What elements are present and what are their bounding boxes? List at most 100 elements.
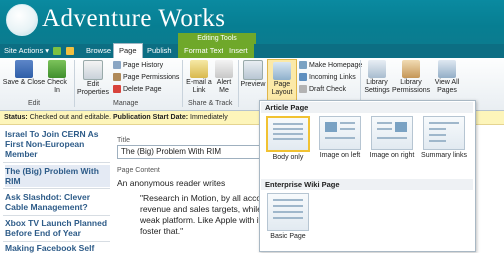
email-link-label: E-mail a Link	[186, 79, 212, 94]
layout-option-summary-links[interactable]: Summary links	[420, 116, 468, 160]
make-homepage-label: Make Homepage	[309, 62, 363, 69]
library-permissions-label: Library Permissions	[392, 79, 431, 94]
incoming-links-button[interactable]: Incoming Links	[299, 72, 356, 83]
site-actions-menu[interactable]: Site Actions ▾	[4, 44, 49, 58]
preview-button[interactable]: Preview	[240, 60, 266, 89]
site-logo	[6, 4, 38, 36]
tab-publish[interactable]: Publish	[147, 44, 172, 58]
layout-option-label: Image on left	[319, 152, 361, 159]
layout-option-label: Image on right	[369, 152, 415, 159]
page-history-button[interactable]: Page History	[113, 60, 163, 71]
ribbon-tab-bar: Site Actions ▾ Browse Page Publish Forma…	[0, 43, 504, 59]
links-icon	[299, 73, 307, 82]
incoming-links-label: Incoming Links	[309, 74, 356, 81]
delete-icon	[113, 85, 121, 94]
layout-option-body-only[interactable]: Body only	[264, 116, 312, 162]
email-icon	[190, 60, 208, 78]
nav-divider	[3, 162, 110, 163]
save-icon	[15, 60, 33, 78]
page-layout-button[interactable]: Page Layout	[267, 59, 297, 101]
group-divider	[238, 60, 239, 107]
layout-thumbnail	[319, 116, 361, 150]
library-permissions-icon	[402, 60, 420, 78]
layout-thumbnail	[266, 116, 310, 152]
nav-divider	[3, 188, 110, 189]
properties-icon	[83, 60, 103, 80]
delete-page-label: Delete Page	[123, 86, 162, 93]
library-settings-label: Library Settings	[364, 79, 390, 94]
article-page-header: Article Page	[261, 102, 473, 113]
page-permissions-button[interactable]: Page Permissions	[113, 72, 179, 83]
save-close-label: Save & Close	[2, 79, 46, 86]
tab-format-text[interactable]: Format Text	[178, 44, 230, 58]
nav-item[interactable]: Israel To Join CERN As First Non-Europea…	[5, 129, 110, 159]
permissions-icon	[113, 73, 121, 82]
page-layout-menu: Article Page Body only Image on left Ima…	[259, 100, 476, 252]
library-settings-icon	[368, 60, 386, 78]
tab-page[interactable]: Page	[113, 43, 143, 59]
nav-divider	[3, 215, 110, 216]
page-layout-icon	[273, 62, 291, 80]
layout-thumbnail	[423, 116, 465, 150]
layout-thumbnail	[267, 193, 309, 231]
title-field-label: Title	[117, 137, 130, 144]
publication-date-value: Immediately	[190, 114, 228, 121]
check-in-button[interactable]: Check In	[44, 60, 70, 95]
alert-me-button[interactable]: Alert Me	[212, 60, 236, 95]
manage-group-label: Manage	[113, 100, 139, 107]
preview-icon	[243, 60, 263, 80]
history-icon	[113, 61, 121, 70]
edit-group-label: Edit	[28, 100, 41, 107]
edit-page-icon[interactable]	[53, 47, 61, 55]
site-banner: Adventure Works Editing Tools	[0, 0, 504, 44]
edit-properties-button[interactable]: Edit Properties	[77, 60, 109, 97]
group-divider	[74, 60, 75, 107]
delete-page-button[interactable]: Delete Page	[113, 84, 162, 95]
library-permissions-button[interactable]: Library Permissions	[392, 60, 430, 95]
page-content-label: Page Content	[117, 167, 160, 174]
chevron-down-icon: ▾	[45, 46, 50, 55]
view-all-pages-icon	[438, 60, 456, 78]
status-label: Status:	[4, 114, 28, 121]
tab-insert[interactable]: Insert	[223, 44, 254, 58]
nav-item[interactable]: Making Facebook Self	[5, 243, 110, 253]
nav-divider	[3, 241, 110, 242]
alert-bell-icon	[215, 60, 233, 78]
draft-check-button[interactable]: Draft Check	[299, 84, 346, 95]
byline-text[interactable]: An anonymous reader writes	[117, 178, 225, 188]
view-all-pages-label: View All Pages	[434, 79, 460, 94]
site-actions-label: Site Actions	[4, 46, 44, 55]
left-navigation: Israel To Join CERN As First Non-Europea…	[0, 125, 112, 253]
nav-item[interactable]: Ask Slashdot: Clever Cable Management?	[5, 192, 110, 212]
email-link-button[interactable]: E-mail a Link	[185, 60, 213, 95]
draft-check-icon	[299, 85, 307, 94]
check-in-label: Check In	[47, 79, 67, 94]
preview-label: Preview	[240, 81, 266, 88]
site-title[interactable]: Adventure Works	[42, 5, 225, 33]
make-homepage-button[interactable]: Make Homepage	[299, 60, 362, 71]
layout-option-label: Body only	[272, 154, 304, 161]
save-close-button[interactable]: Save & Close	[2, 60, 46, 87]
layout-option-label: Basic Page	[270, 233, 306, 240]
draft-check-label: Draft Check	[309, 86, 346, 93]
home-icon	[299, 61, 307, 70]
edit-properties-label: Edit Properties	[77, 81, 109, 96]
enterprise-wiki-page-header: Enterprise Wiki Page	[261, 179, 473, 190]
page-layout-label: Page Layout	[271, 81, 293, 96]
alert-me-label: Alert Me	[216, 79, 232, 94]
layout-option-basic-page[interactable]: Basic Page	[264, 193, 312, 241]
layout-option-label: Summary links	[421, 152, 467, 159]
tab-browse[interactable]: Browse	[86, 44, 111, 58]
layout-thumbnail	[371, 116, 413, 150]
layout-option-image-right[interactable]: Image on right	[368, 116, 416, 160]
layout-option-image-left[interactable]: Image on left	[316, 116, 364, 160]
publication-date-label: Publication Start Date:	[112, 114, 189, 121]
nav-item-selected[interactable]: The (Big) Problem With RIM	[5, 165, 110, 187]
nav-item[interactable]: Xbox TV Launch Planned Before End of Yea…	[5, 218, 110, 238]
folder-up-icon[interactable]	[66, 47, 74, 55]
view-all-pages-button[interactable]: View All Pages	[430, 60, 464, 95]
group-divider	[182, 60, 183, 107]
editing-tools-context-label: Editing Tools	[178, 33, 256, 44]
library-settings-button[interactable]: Library Settings	[362, 60, 392, 95]
page-history-label: Page History	[123, 62, 164, 69]
